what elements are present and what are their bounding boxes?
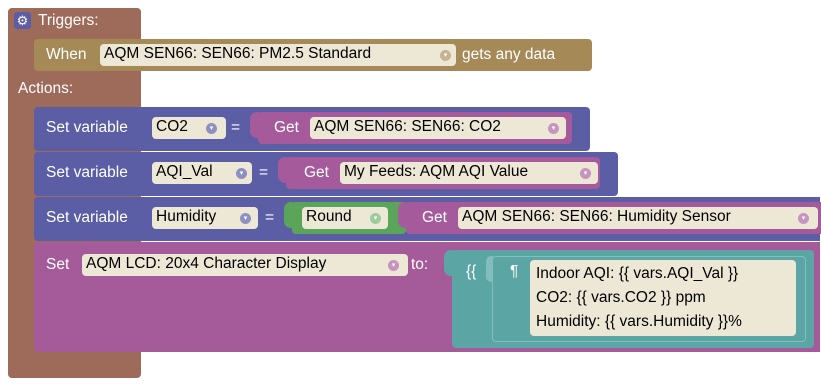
feed-dropdown-co2[interactable]: AQM SEN66: SEN66: CO2	[310, 117, 566, 139]
chevron-down-icon[interactable]: ▾	[548, 123, 559, 134]
pilcrow-icon: ¶	[510, 263, 519, 280]
chevron-down-icon[interactable]: ▾	[370, 213, 381, 224]
triggers-label: Triggers:	[38, 12, 99, 29]
feed-dropdown-humidity[interactable]: AQM SEN66: SEN66: Humidity Sensor	[458, 207, 818, 229]
chevron-down-icon[interactable]: ▾	[236, 168, 247, 179]
actions-label: Actions:	[18, 80, 74, 97]
when-suffix: gets any data	[462, 46, 556, 63]
set-variable-label: Set variable	[46, 119, 128, 136]
set-label: Set	[46, 256, 70, 273]
display-target-dropdown[interactable]: AQM LCD: 20x4 Character Display	[82, 254, 408, 276]
chevron-down-icon[interactable]: ▾	[798, 213, 809, 224]
chevron-down-icon[interactable]: ▾	[580, 168, 591, 179]
variable-name: CO2	[156, 118, 188, 135]
feed-name: My Feeds: AQM AQI Value	[344, 163, 529, 180]
round-label: Round	[306, 208, 352, 225]
template-braces: {{	[466, 263, 477, 280]
to-label: to:	[411, 256, 429, 273]
feed-dropdown-aqi[interactable]: My Feeds: AQM AQI Value	[340, 162, 598, 184]
text-line-1: Indoor AQI: {{ vars.AQI_Val }}	[536, 265, 739, 282]
get-label: Get	[304, 164, 329, 181]
chevron-down-icon[interactable]: ▾	[240, 213, 251, 224]
feed-name: AQM SEN66: SEN66: Humidity Sensor	[462, 208, 731, 225]
equals-sign: =	[231, 119, 241, 136]
equals-sign: =	[259, 164, 269, 181]
get-label: Get	[274, 119, 299, 136]
set-variable-label: Set variable	[46, 164, 128, 181]
equals-sign: =	[265, 209, 275, 226]
chevron-down-icon[interactable]: ▾	[206, 123, 217, 134]
multiline-text-field[interactable]: Indoor AQI: {{ vars.AQI_Val }} CO2: {{ v…	[530, 260, 796, 336]
feed-name: AQM SEN66: SEN66: CO2	[314, 118, 501, 135]
trigger-feed-label: AQM SEN66: SEN66: PM2.5 Standard	[104, 45, 372, 62]
text-line-3: Humidity: {{ vars.Humidity }}%	[536, 313, 742, 330]
root-bottom-notch	[14, 362, 134, 374]
text-line-2: CO2: {{ vars.CO2 }} ppm	[536, 289, 706, 306]
get-label: Get	[422, 209, 447, 226]
display-target-label: AQM LCD: 20x4 Character Display	[86, 255, 327, 272]
chevron-down-icon[interactable]: ▾	[388, 260, 399, 271]
when-label: When	[46, 46, 87, 63]
variable-name: Humidity	[156, 208, 217, 225]
chevron-down-icon[interactable]: ▾	[440, 50, 451, 61]
gear-icon[interactable]: ⚙	[14, 12, 31, 29]
set-variable-label: Set variable	[46, 209, 128, 226]
trigger-feed-dropdown[interactable]: AQM SEN66: SEN66: PM2.5 Standard	[100, 44, 456, 66]
variable-name: AQI_Val	[156, 163, 213, 180]
